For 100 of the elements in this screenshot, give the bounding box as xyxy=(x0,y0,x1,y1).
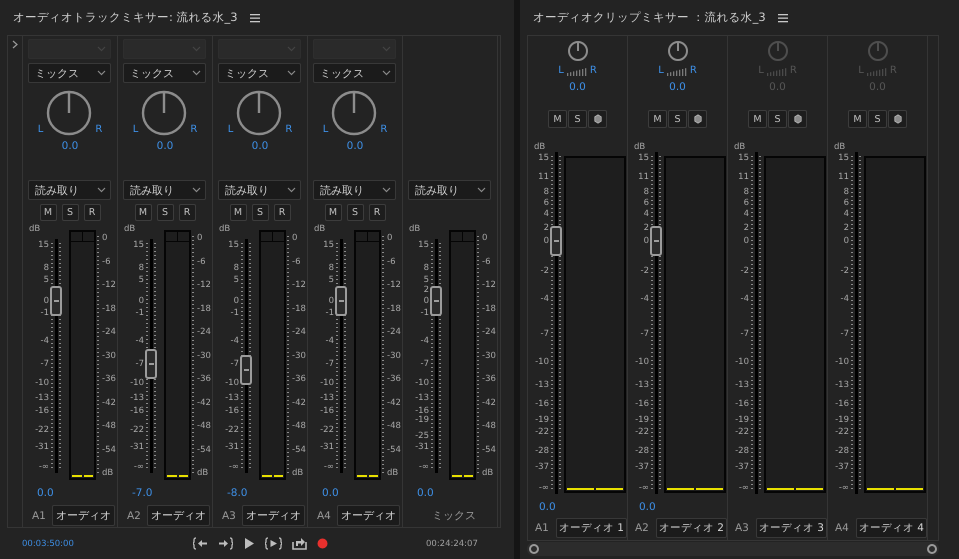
scale-label: -13 xyxy=(224,393,239,403)
toggle-button[interactable]: M xyxy=(230,204,246,221)
toggle-button[interactable]: S xyxy=(668,110,687,128)
scale-label: -1 xyxy=(324,308,334,318)
toggle-button[interactable]: S xyxy=(156,204,174,221)
fader-handle[interactable] xyxy=(650,226,662,256)
toggle-button[interactable]: R xyxy=(84,204,100,221)
unit-label: dB xyxy=(314,224,326,234)
chevron-right-icon[interactable] xyxy=(12,40,18,49)
fader-handle[interactable] xyxy=(335,286,347,316)
scale-label: 6 xyxy=(542,198,549,208)
meter-label: -48 xyxy=(482,421,496,431)
scale-label: -10 xyxy=(34,378,49,388)
pan-knob[interactable] xyxy=(236,90,282,136)
toggle-button[interactable] xyxy=(688,110,707,128)
toggle-button[interactable]: M xyxy=(648,110,667,128)
toggle-button[interactable]: M xyxy=(324,204,342,221)
track-label: A1 xyxy=(32,510,46,522)
scale-label: 8 xyxy=(328,263,334,273)
fader-value: 0.0 xyxy=(416,486,435,500)
toggle-button[interactable]: M xyxy=(40,204,56,221)
scroll-handle[interactable] xyxy=(529,544,539,554)
fader-handle[interactable] xyxy=(550,226,562,256)
scale-label: 5 xyxy=(232,275,239,285)
dropdown[interactable]: 読み取り xyxy=(123,180,206,200)
toggle-button[interactable]: S xyxy=(252,204,268,221)
meter-label: -54 xyxy=(292,444,306,454)
toggle-button[interactable]: R xyxy=(368,204,386,221)
dropdown[interactable]: ミックス xyxy=(313,63,396,83)
toggle-button[interactable]: M xyxy=(134,204,152,221)
pan-knob[interactable] xyxy=(566,40,588,62)
scale-label: -13 xyxy=(129,393,144,403)
meter-label: -12 xyxy=(292,280,306,290)
toggle-button[interactable] xyxy=(588,110,607,128)
scale-label: 15 xyxy=(227,240,239,250)
toggle-button[interactable]: S xyxy=(346,204,364,221)
scale-label: -7 xyxy=(540,329,549,339)
toggle-button[interactable]: S xyxy=(568,110,587,128)
meter-label: -24 xyxy=(387,327,401,337)
scale-label: -∞ xyxy=(738,483,749,493)
track-name-button[interactable]: オーディオ xyxy=(52,505,115,526)
meter-label: -30 xyxy=(197,350,211,360)
scale-label: 5 xyxy=(42,275,49,285)
clip-name-button[interactable]: オーディオ 1 xyxy=(556,518,627,538)
toggle-button[interactable]: R xyxy=(178,204,196,221)
scrollbar[interactable] xyxy=(527,542,939,556)
meter-label: -42 xyxy=(387,398,401,408)
scale-label: -∞ xyxy=(838,483,849,493)
dropdown[interactable]: 読み取り xyxy=(408,180,491,200)
menu-icon[interactable] xyxy=(778,12,788,22)
fader-handle[interactable] xyxy=(430,286,442,316)
track-label: A3 xyxy=(735,522,749,534)
fader-handle[interactable] xyxy=(50,286,62,316)
meter-label: dB xyxy=(387,468,398,478)
scale-label: 6 xyxy=(642,198,649,208)
dropdown[interactable]: ミックス xyxy=(123,63,206,83)
toggle-button[interactable]: S xyxy=(62,204,78,221)
meter-label: -30 xyxy=(102,350,116,360)
scale-label: -7 xyxy=(230,359,239,369)
toggle-button[interactable]: M xyxy=(548,110,567,128)
dropdown[interactable]: 読み取り xyxy=(313,180,396,200)
track-name-button[interactable]: オーディオ xyxy=(242,505,305,526)
pan-knob[interactable] xyxy=(141,90,188,136)
dropdown[interactable]: ミックス xyxy=(218,63,301,83)
bracket-arrow-left-icon[interactable] xyxy=(193,537,208,550)
menu-icon[interactable] xyxy=(250,12,260,22)
track-name-button[interactable]: オーディオ xyxy=(336,505,400,526)
play-icon[interactable] xyxy=(243,537,255,550)
scale-label: -16 xyxy=(129,406,144,416)
scale-label: 0 xyxy=(642,236,649,246)
scroll-handle[interactable] xyxy=(927,544,937,554)
meter-label: 0 xyxy=(197,233,202,243)
toggle-button[interactable]: R xyxy=(274,204,290,221)
fader-handle[interactable] xyxy=(145,349,157,379)
pan-knob[interactable] xyxy=(666,40,688,62)
clip-name-button[interactable]: オーディオ 2 xyxy=(656,518,727,538)
track-name-button[interactable]: オーディオ xyxy=(146,505,210,526)
chevron-down-icon xyxy=(477,187,486,193)
toggle-button[interactable] xyxy=(888,110,907,128)
dropdown[interactable]: ミックス xyxy=(28,63,111,83)
bars-icon xyxy=(866,66,887,76)
pan-knob[interactable] xyxy=(46,90,92,136)
bracket-arrow-right-icon[interactable] xyxy=(218,537,233,550)
meter-label: -18 xyxy=(102,304,116,314)
bracketed-play-icon[interactable] xyxy=(265,537,282,550)
toggle-button[interactable] xyxy=(788,110,807,128)
meter-label: -18 xyxy=(482,304,496,314)
hexagon-icon xyxy=(594,114,602,124)
scale-label: -19 xyxy=(534,415,549,425)
pan-value: 0.0 xyxy=(250,140,270,152)
scale-label: -2 xyxy=(540,266,549,276)
fader-handle[interactable] xyxy=(240,355,252,386)
pan-knob[interactable] xyxy=(331,90,378,136)
tray-arrow-icon[interactable] xyxy=(292,537,307,550)
record-icon[interactable] xyxy=(317,538,328,549)
chevron-down-icon xyxy=(97,46,106,52)
scale-label: 11 xyxy=(637,172,649,182)
chevron-down-icon xyxy=(382,70,391,76)
dropdown[interactable]: 読み取り xyxy=(218,180,301,200)
dropdown[interactable]: 読み取り xyxy=(28,180,111,200)
